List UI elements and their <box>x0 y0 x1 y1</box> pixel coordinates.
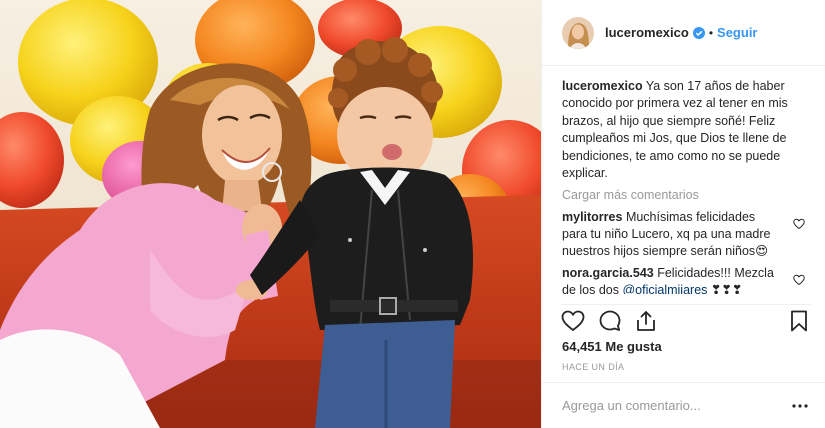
comment-suffix: ❣❣❣ <box>707 283 743 294</box>
comment-item: nora.garcia.543 Felicidades!!! Mezcla de… <box>562 265 807 294</box>
comment-icon[interactable] <box>598 309 622 333</box>
load-more-comments-button[interactable]: Cargar más comentarios <box>562 188 807 202</box>
post-photo[interactable] <box>0 0 541 428</box>
caption-text: Ya son 17 años de haber conocido por pri… <box>562 79 788 181</box>
comment-username[interactable]: mylitorres <box>562 210 622 224</box>
comments-section: luceromexico Ya son 17 años de haber con… <box>542 66 825 294</box>
post-timestamp[interactable]: HACE UN DÍA <box>562 362 624 372</box>
photo-illustration <box>0 0 541 428</box>
heart-icon[interactable] <box>561 309 585 333</box>
avatar[interactable] <box>562 16 594 49</box>
instagram-post: luceromexico • Seguir luceromexico Ya so… <box>0 0 825 428</box>
verified-badge-icon <box>692 26 705 39</box>
likes-count[interactable]: 64,451 Me gusta <box>562 339 662 354</box>
post-actions-bar <box>561 304 811 336</box>
more-options-icon[interactable] <box>791 397 809 415</box>
comment-mention-link[interactable]: @oficialmijares <box>622 283 707 294</box>
add-comment-bar <box>542 382 825 428</box>
caption-username[interactable]: luceromexico <box>562 79 643 93</box>
bookmark-icon[interactable] <box>787 309 811 333</box>
share-icon[interactable] <box>634 309 658 333</box>
comment-username[interactable]: nora.garcia.543 <box>562 266 654 280</box>
follow-button[interactable]: Seguir <box>717 25 757 40</box>
add-comment-input[interactable] <box>562 398 791 413</box>
post-caption: luceromexico Ya son 17 años de haber con… <box>562 78 807 182</box>
comment-like-heart-icon[interactable] <box>793 274 805 286</box>
header-separator: • <box>708 25 714 40</box>
comment-like-heart-icon[interactable] <box>793 218 805 230</box>
post-side-panel: luceromexico • Seguir luceromexico Ya so… <box>541 0 825 428</box>
post-header: luceromexico • Seguir <box>542 0 825 66</box>
header-username[interactable]: luceromexico <box>605 25 689 40</box>
comment-item: mylitorres Muchísimas felicidades para t… <box>562 209 807 260</box>
